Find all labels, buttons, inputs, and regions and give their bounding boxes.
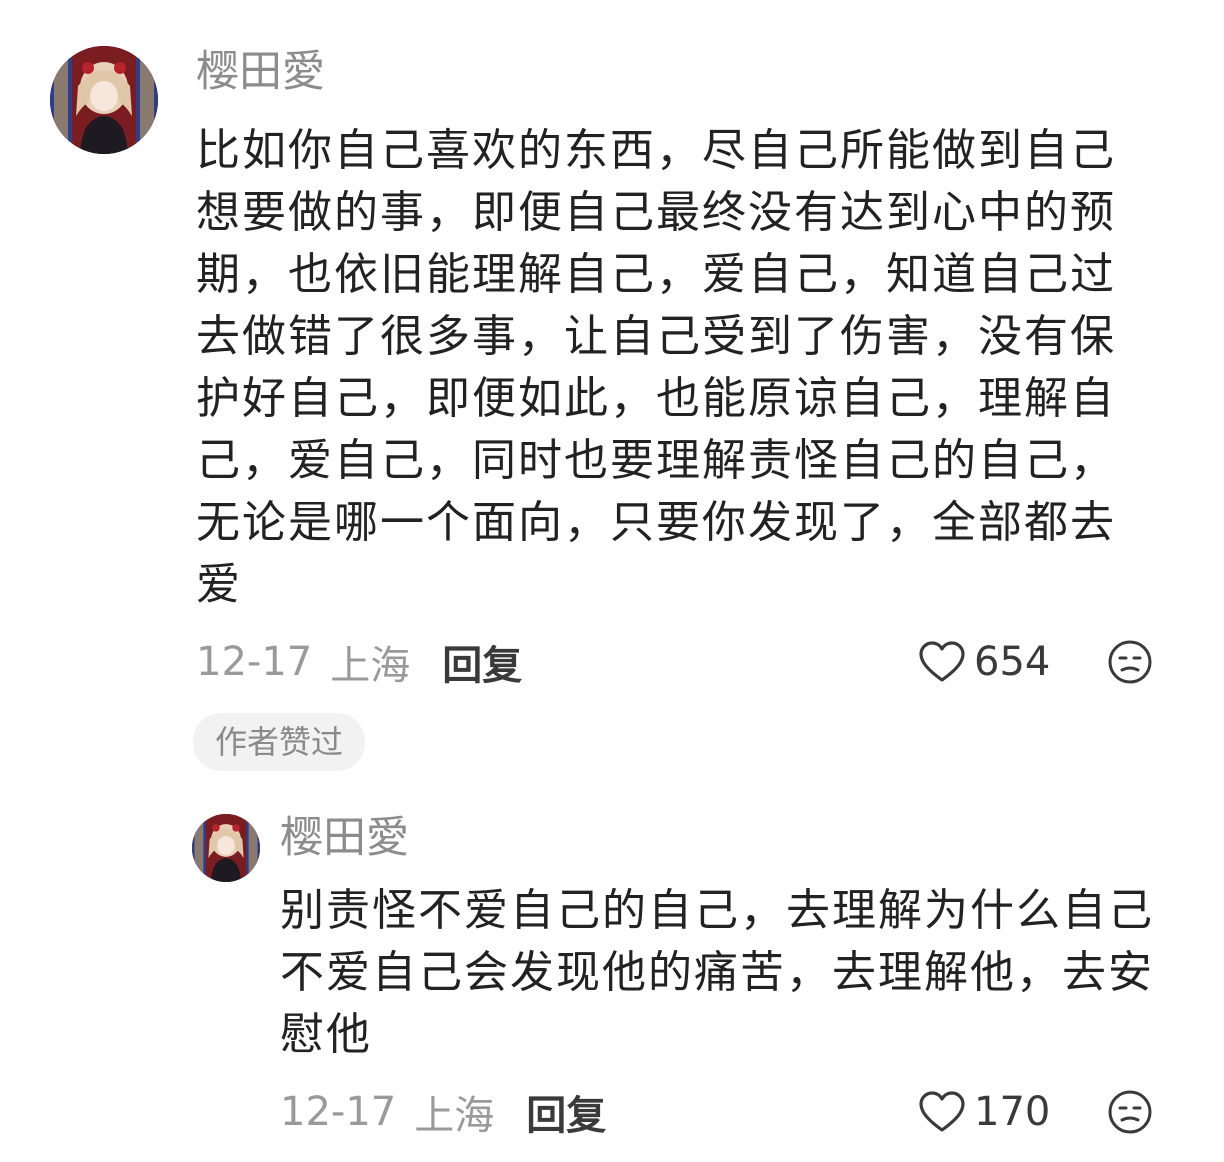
unhappy-face-icon[interactable] [1107, 1089, 1153, 1135]
reply-button[interactable]: 回复 [442, 633, 522, 691]
reply-text: 别责怪不爱自己的自己，去理解为什么自己不爱自己会发现他的痛苦，去理解他，去安慰他 [280, 885, 1154, 1060]
heart-outline-icon [919, 641, 965, 682]
reply-location: 上海 [414, 1093, 495, 1139]
reply-meta: 12-17 上海 回复 [280, 1083, 606, 1141]
avatar[interactable] [50, 46, 158, 154]
avatar-image [192, 814, 260, 882]
heart-outline-icon [919, 1091, 965, 1132]
reply-date: 12-17 [280, 1089, 397, 1135]
username[interactable]: 樱田愛 [196, 46, 325, 98]
reply-reply-button[interactable]: 回复 [526, 1083, 606, 1141]
comment-date: 12-17 [196, 639, 313, 685]
like-count: 654 [974, 639, 1051, 685]
comment-location: 上海 [330, 643, 411, 689]
comment-meta: 12-17 上海 回复 [196, 633, 522, 691]
author-liked-badge: 作者赞过 [193, 713, 366, 771]
reply-username[interactable]: 樱田愛 [280, 812, 409, 864]
like-button[interactable]: 654 [918, 636, 1050, 688]
avatar-image [50, 46, 158, 154]
unhappy-face-icon[interactable] [1107, 639, 1153, 685]
comment-text: 比如你自己喜欢的东西，尽自己所能做到自己想要做的事，即便自己最终没有达到心中的预… [196, 125, 1116, 610]
reply-avatar[interactable] [192, 814, 260, 882]
reply-like-button[interactable]: 170 [918, 1086, 1050, 1138]
reply-like-count: 170 [974, 1089, 1051, 1135]
